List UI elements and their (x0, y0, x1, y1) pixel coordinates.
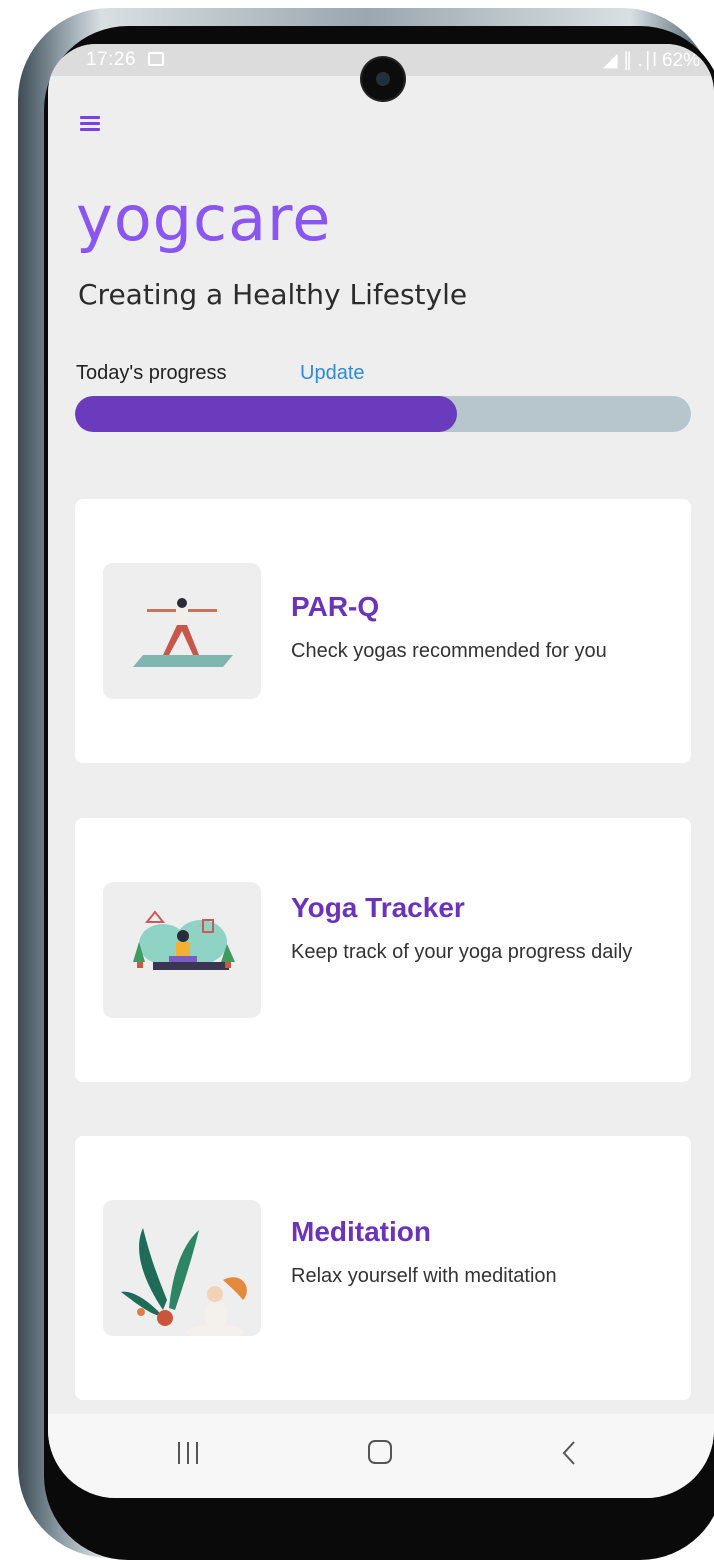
card-meditation[interactable]: Meditation Relax yourself with meditatio… (75, 1136, 691, 1400)
home-icon[interactable] (368, 1440, 392, 1464)
app-title: yogcare (76, 182, 332, 255)
status-time: 17:26 (86, 49, 137, 70)
hamburger-menu-icon[interactable] (80, 116, 100, 132)
progress-bar (75, 396, 691, 432)
card-description: Check yogas recommended for you (291, 640, 607, 662)
meditation-illustration (103, 1200, 261, 1336)
update-progress-link[interactable]: Update (300, 362, 365, 385)
system-navigation-bar (48, 1414, 714, 1498)
card-title: PAR-Q (291, 591, 380, 622)
status-indicators: ◢ ∥ .∣l 62% (603, 50, 700, 71)
app-tagline: Creating a Healthy Lifestyle (78, 278, 468, 311)
recents-icon[interactable] (178, 1442, 200, 1464)
card-yoga-tracker[interactable]: Yoga Tracker Keep track of your yoga pro… (75, 818, 691, 1082)
progress-label: Today's progress (76, 362, 227, 384)
back-icon[interactable] (558, 1438, 582, 1468)
app-screen: 17:26 ◢ ∥ .∣l 62% yogcare Creating a Hea… (48, 44, 714, 1498)
progress-bar-fill (75, 396, 457, 432)
card-description: Keep track of your yoga progress daily (291, 941, 633, 963)
front-camera (362, 58, 404, 100)
card-description: Relax yourself with meditation (291, 1265, 557, 1287)
gallery-notification-icon (148, 52, 164, 66)
warrior-pose-illustration (103, 563, 261, 699)
card-title: Meditation (291, 1216, 431, 1247)
card-par-q[interactable]: PAR-Q Check yogas recommended for you (75, 499, 691, 763)
yoga-room-illustration (103, 882, 261, 1018)
card-title: Yoga Tracker (291, 892, 465, 923)
